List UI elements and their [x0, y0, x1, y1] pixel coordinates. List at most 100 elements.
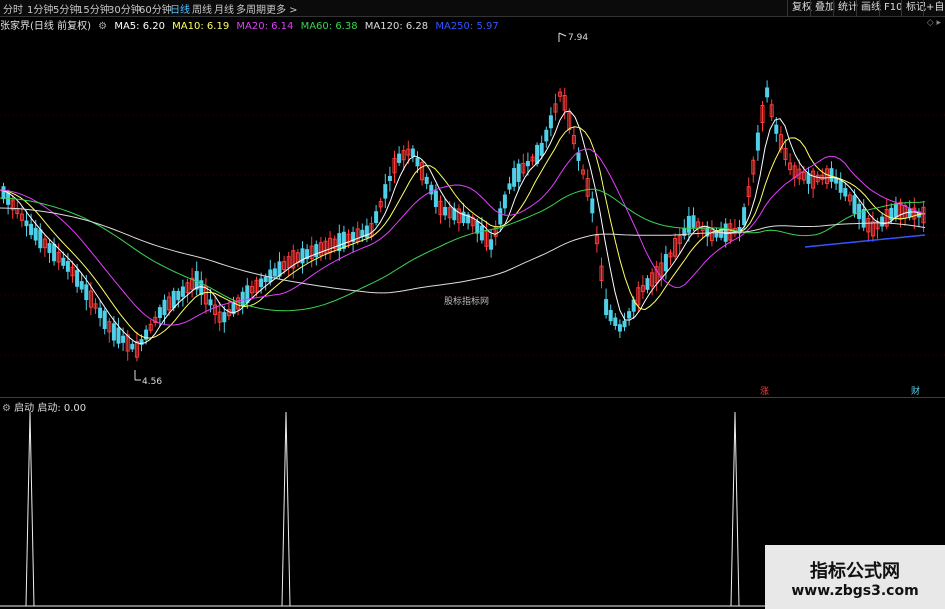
- watermark-url: www.zbgs3.com: [791, 583, 919, 599]
- tab-60min[interactable]: 60分钟: [139, 1, 172, 16]
- candle-body: [415, 157, 420, 167]
- candle-body: [341, 231, 346, 249]
- tab-5min[interactable]: 5分钟: [53, 1, 79, 16]
- candle-body: [755, 132, 760, 151]
- candle-body: [429, 184, 434, 195]
- candle-body: [608, 310, 613, 322]
- candle-body: [111, 323, 116, 341]
- candle-body: [360, 229, 365, 238]
- zhang-marker: 涨: [760, 386, 769, 396]
- high-price-label: 7.94: [568, 33, 588, 43]
- candle-body: [498, 208, 503, 225]
- candle-body: [765, 87, 770, 98]
- kline-chart[interactable]: 股标指标网 7.94 4.56 涨 财: [0, 30, 945, 396]
- candle-body: [208, 299, 213, 306]
- candle-body: [544, 129, 549, 142]
- candle-body: [61, 257, 66, 266]
- candle-body: [29, 223, 34, 236]
- candle-body: [512, 168, 517, 187]
- tab-30min[interactable]: 30分钟: [108, 1, 141, 16]
- site-watermark: 指标公式网 www.zbgs3.com: [765, 545, 945, 609]
- candle-body: [47, 243, 52, 253]
- candle-body: [479, 225, 484, 241]
- chart-watermark: 股标指标网: [444, 295, 489, 307]
- candle-body: [433, 190, 438, 208]
- candle-body: [33, 227, 38, 241]
- tab-more[interactable]: 更多 >: [266, 1, 298, 16]
- candle-body: [245, 285, 250, 304]
- candle-body: [1, 186, 6, 200]
- candle-body: [79, 281, 84, 290]
- tab-fenshi[interactable]: 分时: [3, 1, 23, 16]
- ma250-line: [804, 234, 926, 248]
- candle-body: [742, 207, 747, 226]
- candle-body: [617, 324, 622, 332]
- toolbar: 分时 1分钟 5分钟 15分钟 30分钟 60分钟 日线 周线 月线 多周期 更…: [0, 0, 945, 17]
- candle-body: [180, 286, 185, 297]
- tab-1min[interactable]: 1分钟: [27, 1, 53, 16]
- candle-body: [52, 243, 57, 262]
- candle-body: [834, 177, 839, 184]
- candle-body: [613, 317, 618, 326]
- chevron-icon[interactable]: ◇ ▸: [927, 18, 941, 28]
- candle-body: [774, 124, 779, 134]
- candle-body: [121, 335, 126, 343]
- candle-body: [410, 148, 415, 158]
- candle-body: [424, 176, 429, 184]
- tab-weekly[interactable]: 周线: [192, 1, 212, 16]
- candle-body: [162, 299, 167, 316]
- candle-body: [116, 327, 121, 344]
- ma-legend-bar: 张家界(日线 前复权) ⚙ MA5: 6.20 MA10: 6.19 MA20:…: [0, 17, 503, 32]
- candle-body: [507, 183, 512, 190]
- candle-body: [130, 343, 135, 350]
- cai-marker: 财: [911, 385, 920, 396]
- candle-body: [686, 215, 691, 233]
- watermark-title: 指标公式网: [810, 561, 900, 582]
- candle-body: [880, 216, 885, 227]
- candle-body: [838, 180, 843, 193]
- candle-body: [98, 307, 103, 319]
- candle-body: [548, 115, 553, 129]
- candle-body: [857, 203, 862, 219]
- candle-body: [861, 208, 866, 228]
- candle-body: [374, 211, 379, 224]
- candle-body: [171, 290, 176, 309]
- candle-body: [337, 233, 342, 252]
- candle-body: [387, 175, 392, 182]
- indicator-spike: [730, 411, 740, 607]
- tab-multi-period[interactable]: 多周期: [236, 1, 266, 16]
- candle-body: [222, 312, 227, 323]
- candle-body: [691, 215, 696, 228]
- candle-body: [475, 220, 480, 234]
- candle-body: [489, 239, 494, 250]
- candle-body: [516, 163, 521, 182]
- candle-body: [893, 203, 898, 218]
- add-favorite-button[interactable]: +自选: [923, 0, 945, 16]
- candle-body: [397, 153, 402, 163]
- candle-body: [663, 254, 668, 272]
- tab-15min[interactable]: 15分钟: [77, 1, 110, 16]
- candle-body: [38, 229, 43, 249]
- indicator-spike: [25, 411, 35, 607]
- ma60-line: [0, 188, 926, 312]
- candle-body: [75, 270, 80, 287]
- candle-body: [157, 307, 162, 318]
- tab-daily[interactable]: 日线: [170, 1, 190, 16]
- candle-body: [314, 244, 319, 258]
- candle-body: [645, 278, 650, 290]
- candle-body: [263, 276, 268, 283]
- candle-body: [277, 261, 282, 277]
- tab-monthly[interactable]: 月线: [214, 1, 234, 16]
- candle-body: [719, 229, 724, 238]
- candle-body: [443, 206, 448, 216]
- indicator-spike: [281, 411, 291, 607]
- low-price-label: 4.56: [142, 377, 162, 387]
- candle-body: [843, 188, 848, 197]
- candle-body: [525, 161, 530, 167]
- high-marker-arrow: [558, 32, 567, 37]
- candle-body: [622, 320, 627, 328]
- candle-body: [65, 261, 70, 272]
- candle-body: [84, 284, 89, 301]
- candle-body: [24, 220, 29, 227]
- candle-body: [576, 152, 581, 161]
